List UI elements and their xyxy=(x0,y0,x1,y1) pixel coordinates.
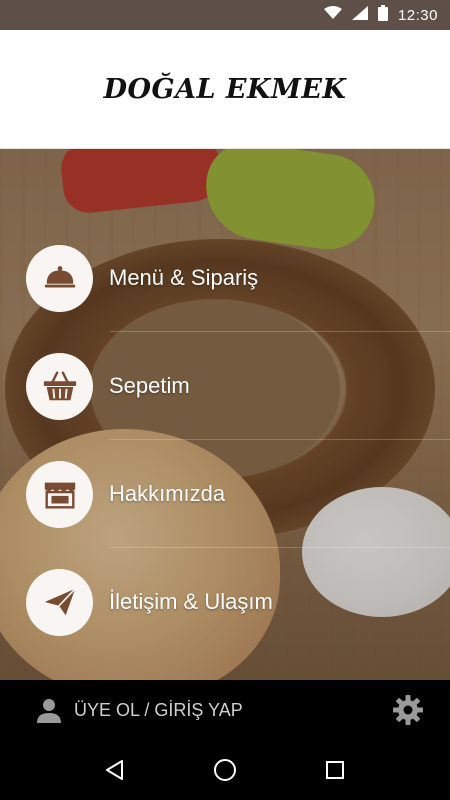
menu-item-label: Hakkımızda xyxy=(109,481,226,506)
signal-icon xyxy=(351,6,368,24)
hero-background: Menü & Sipariş Sepetim Hakkımızda İletiş… xyxy=(0,149,450,680)
menu-item-icon-circle xyxy=(26,352,93,420)
menu-item-icon-circle xyxy=(26,460,93,528)
storefront-icon xyxy=(44,482,75,509)
main-menu: Menü & Sipariş Sepetim Hakkımızda İletiş… xyxy=(0,149,450,680)
recents-icon[interactable] xyxy=(315,750,355,790)
menu-item-order[interactable]: Menü & Sipariş xyxy=(0,224,450,332)
battery-icon xyxy=(377,5,388,25)
status-bar: 12:30 xyxy=(0,0,450,30)
menu-item-label: Menü & Sipariş xyxy=(109,265,259,290)
menu-item-icon-circle xyxy=(26,568,93,636)
system-nav-bar xyxy=(0,740,450,800)
menu-item-contact[interactable]: İletişim & Ulaşım xyxy=(0,548,450,656)
status-time: 12:30 xyxy=(397,6,438,24)
back-icon[interactable] xyxy=(95,750,135,790)
gear-icon[interactable] xyxy=(392,694,424,726)
app-title: DOĞAL EKMEK xyxy=(103,73,347,105)
menu-item-label: İletişim & Ulaşım xyxy=(109,589,273,614)
menu-item-cart[interactable]: Sepetim xyxy=(0,332,450,440)
basket-icon xyxy=(43,371,76,401)
app-header: DOĞAL EKMEK xyxy=(0,30,450,149)
cloche-icon xyxy=(44,266,75,288)
home-icon[interactable] xyxy=(205,750,245,790)
paper-plane-icon xyxy=(44,588,76,616)
bottom-bar: ÜYE OL / GİRİŞ YAP xyxy=(0,680,450,740)
login-register-link[interactable]: ÜYE OL / GİRİŞ YAP xyxy=(74,700,243,721)
wifi-icon xyxy=(323,6,342,24)
menu-item-icon-circle xyxy=(26,244,93,312)
user-icon[interactable] xyxy=(34,695,64,725)
menu-item-about[interactable]: Hakkımızda xyxy=(0,440,450,548)
menu-item-label: Sepetim xyxy=(109,373,190,398)
